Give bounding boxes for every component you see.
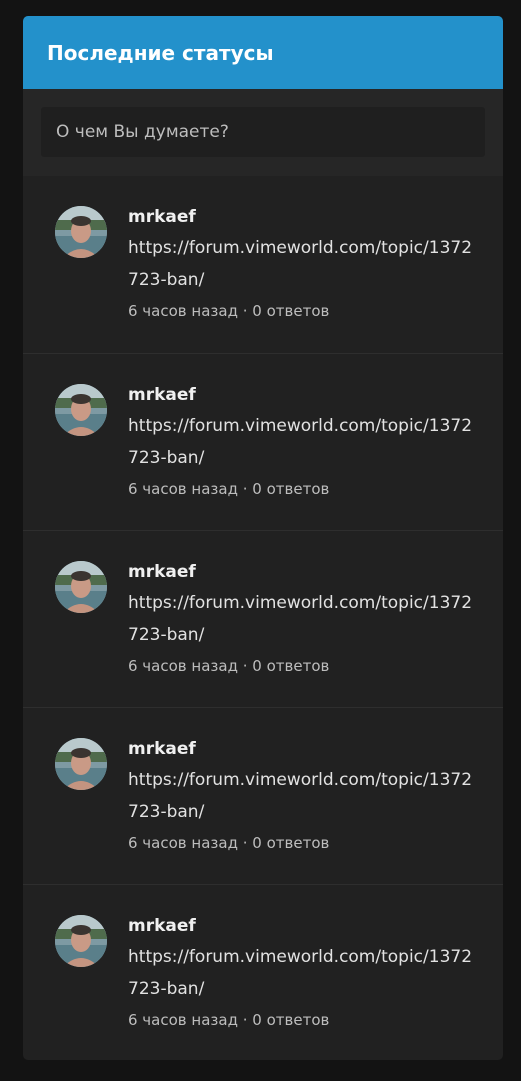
latest-statuses-widget: Последние статусы О чем Вы думаете? mrka…	[23, 16, 503, 1060]
meta-separator: ·	[242, 302, 248, 320]
status-time[interactable]: 6 часов назад	[128, 480, 238, 498]
status-meta: 6 часов назад · 0 ответов	[128, 832, 503, 854]
status-replies[interactable]: 0 ответов	[252, 834, 329, 852]
status-author[interactable]: mrkaef	[128, 560, 503, 584]
status-composer: О чем Вы думаете?	[23, 89, 503, 176]
status-replies[interactable]: 0 ответов	[252, 480, 329, 498]
status-text[interactable]: https://forum.vimeworld.com/topic/137272…	[128, 232, 478, 296]
widget-header: Последние статусы	[23, 16, 503, 89]
status-time[interactable]: 6 часов назад	[128, 302, 238, 320]
user-avatar-icon[interactable]	[55, 738, 107, 790]
status-meta: 6 часов назад · 0 ответов	[128, 300, 503, 322]
meta-separator: ·	[242, 1011, 248, 1029]
status-text[interactable]: https://forum.vimeworld.com/topic/137272…	[128, 587, 478, 651]
status-text[interactable]: https://forum.vimeworld.com/topic/137272…	[128, 941, 478, 1005]
meta-separator: ·	[242, 480, 248, 498]
status-meta: 6 часов назад · 0 ответов	[128, 1009, 503, 1031]
status-replies[interactable]: 0 ответов	[252, 1011, 329, 1029]
status-time[interactable]: 6 часов назад	[128, 657, 238, 675]
status-item: mrkaef https://forum.vimeworld.com/topic…	[23, 707, 503, 884]
status-meta: 6 часов назад · 0 ответов	[128, 478, 503, 500]
status-text[interactable]: https://forum.vimeworld.com/topic/137272…	[128, 764, 478, 828]
user-avatar-icon[interactable]	[55, 561, 107, 613]
user-avatar-icon[interactable]	[55, 384, 107, 436]
widget-title: Последние статусы	[47, 40, 274, 65]
user-avatar-icon[interactable]	[55, 206, 107, 258]
status-replies[interactable]: 0 ответов	[252, 657, 329, 675]
status-input[interactable]: О чем Вы думаете?	[41, 107, 485, 157]
meta-separator: ·	[242, 657, 248, 675]
status-author[interactable]: mrkaef	[128, 383, 503, 407]
status-item: mrkaef https://forum.vimeworld.com/topic…	[23, 176, 503, 353]
user-avatar-icon[interactable]	[55, 915, 107, 967]
status-time[interactable]: 6 часов назад	[128, 1011, 238, 1029]
status-text[interactable]: https://forum.vimeworld.com/topic/137272…	[128, 410, 478, 474]
status-author[interactable]: mrkaef	[128, 737, 503, 761]
status-item: mrkaef https://forum.vimeworld.com/topic…	[23, 353, 503, 530]
status-author[interactable]: mrkaef	[128, 205, 503, 229]
status-author[interactable]: mrkaef	[128, 914, 503, 938]
status-meta: 6 часов назад · 0 ответов	[128, 655, 503, 677]
status-time[interactable]: 6 часов назад	[128, 834, 238, 852]
meta-separator: ·	[242, 834, 248, 852]
status-list: mrkaef https://forum.vimeworld.com/topic…	[23, 176, 503, 1060]
status-item: mrkaef https://forum.vimeworld.com/topic…	[23, 884, 503, 1060]
status-replies[interactable]: 0 ответов	[252, 302, 329, 320]
status-item: mrkaef https://forum.vimeworld.com/topic…	[23, 530, 503, 707]
